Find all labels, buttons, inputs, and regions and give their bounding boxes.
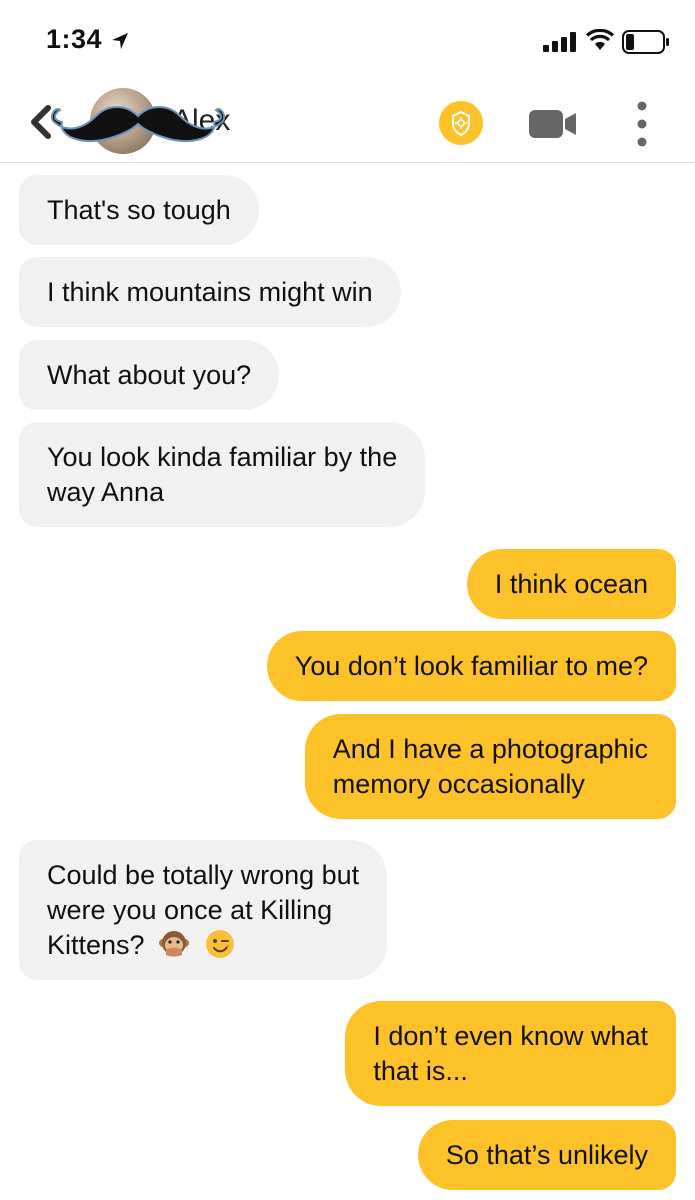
chat-header: Alex: [0, 80, 695, 163]
status-time: 1:34: [46, 24, 103, 54]
message-line: So that’s unlikely: [445, 1140, 648, 1170]
battery-icon: [622, 30, 669, 54]
message-incoming[interactable]: I think mountains might win: [19, 257, 401, 327]
more-options-icon[interactable]: [632, 100, 652, 148]
wifi-icon: [586, 29, 614, 50]
message-incoming[interactable]: What about you?: [19, 340, 280, 410]
message-line: What about you?: [47, 360, 252, 390]
verification-badge-button[interactable]: [439, 101, 483, 145]
message-line-with-emoji: Kittens?: [47, 928, 359, 963]
message-line: way Anna: [47, 477, 165, 507]
message-outgoing[interactable]: You don’t look familiar to me?: [266, 631, 676, 701]
message-incoming[interactable]: Could be totally wrong but were you once…: [19, 840, 388, 980]
message-line: were you once at Killing: [47, 895, 333, 925]
message-line: You look kinda familiar by the: [47, 442, 398, 472]
mustache-overlay: [50, 106, 226, 143]
message-thread: That's so tough I think mountains might …: [0, 163, 695, 1200]
cellular-signal-icon: [543, 32, 576, 52]
message-line: That's so tough: [47, 195, 231, 225]
message-line: I think ocean: [494, 569, 648, 599]
message-incoming[interactable]: You look kinda familiar by the way Anna: [19, 422, 426, 527]
status-bar: 1:34: [0, 0, 695, 80]
message-line: I don’t even know what: [373, 1021, 648, 1051]
speak-no-evil-monkey-emoji: [159, 931, 190, 957]
message-line: And I have a photographic: [332, 734, 648, 764]
location-arrow-icon: [112, 33, 128, 49]
message-outgoing[interactable]: And I have a photographic memory occasio…: [304, 714, 676, 819]
message-outgoing[interactable]: I don’t even know what that is...: [345, 1001, 676, 1106]
message-line: that is...: [373, 1056, 468, 1086]
message-line: memory occasionally: [332, 769, 585, 799]
message-outgoing[interactable]: I think ocean: [466, 549, 676, 619]
message-line: Could be totally wrong but: [47, 860, 360, 890]
video-call-icon[interactable]: [529, 110, 577, 138]
verification-badge-icon: [452, 110, 470, 137]
winking-face-emoji: [205, 930, 234, 958]
message-line: I think mountains might win: [47, 277, 373, 307]
message-incoming[interactable]: That's so tough: [19, 175, 259, 245]
message-line: Kittens?: [47, 930, 145, 960]
message-outgoing[interactable]: So that’s unlikely: [417, 1120, 676, 1190]
message-line: You don’t look familiar to me?: [294, 651, 648, 681]
